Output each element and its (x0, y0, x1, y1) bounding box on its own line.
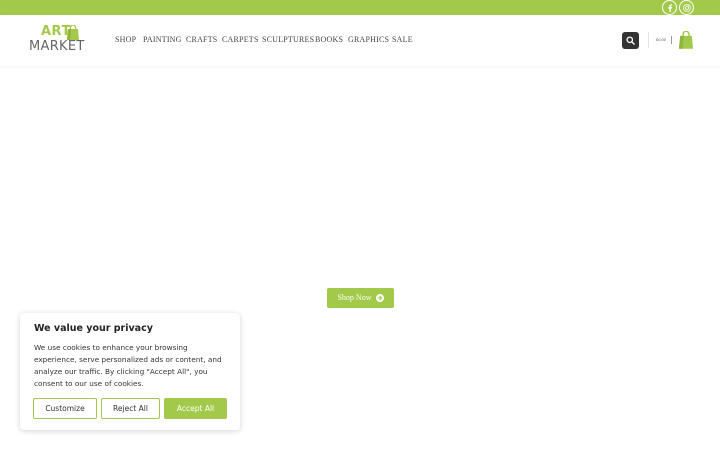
cart-separator (671, 36, 672, 44)
cookie-consent-banner: We value your privacy We use cookies to … (20, 313, 240, 430)
cart-button[interactable] (679, 30, 693, 54)
search-button[interactable] (622, 32, 639, 49)
nav-item-graphics[interactable]: GRAPHICS (348, 35, 389, 45)
shopping-bag-icon (679, 30, 693, 53)
nav-item-crafts[interactable]: CRAFTS (186, 35, 217, 45)
search-icon (626, 32, 635, 50)
nav-item-sculptures[interactable]: SCULPTURES (262, 35, 314, 45)
logo-text-bottom: MARKET (29, 39, 85, 54)
nav-item-sale[interactable]: SALE (392, 35, 413, 45)
facebook-icon (667, 3, 673, 12)
nav-item-painting[interactable]: PAINTING (143, 35, 182, 45)
arrow-circle-right-icon (375, 294, 384, 302)
shop-now-button[interactable]: Shop Now (327, 288, 394, 308)
site-logo[interactable]: ART MARKET (29, 24, 85, 57)
shop-now-label: Shop Now (337, 293, 372, 302)
nav-item-books[interactable]: BOOKS (315, 35, 343, 45)
instagram-icon (682, 3, 691, 12)
cookie-description: We use cookies to enhance your browsing … (34, 343, 222, 388)
facebook-link[interactable] (662, 0, 677, 15)
header-divider (648, 32, 649, 48)
cart-total[interactable]: £0,00 (656, 37, 666, 43)
nav-item-shop[interactable]: SHOP (115, 35, 136, 45)
instagram-link[interactable] (679, 0, 694, 15)
nav-item-carpets[interactable]: CARPETS (222, 35, 259, 45)
accept-all-button[interactable]: Accept All (164, 398, 227, 419)
cookie-title: We value your privacy (34, 323, 153, 334)
site-header: ART MARKET SHOP PAINTING CRAFTS CARPETS … (0, 15, 720, 66)
top-bar (0, 0, 720, 15)
customize-button[interactable]: Customize (33, 398, 97, 419)
reject-all-button[interactable]: Reject All (101, 398, 160, 419)
